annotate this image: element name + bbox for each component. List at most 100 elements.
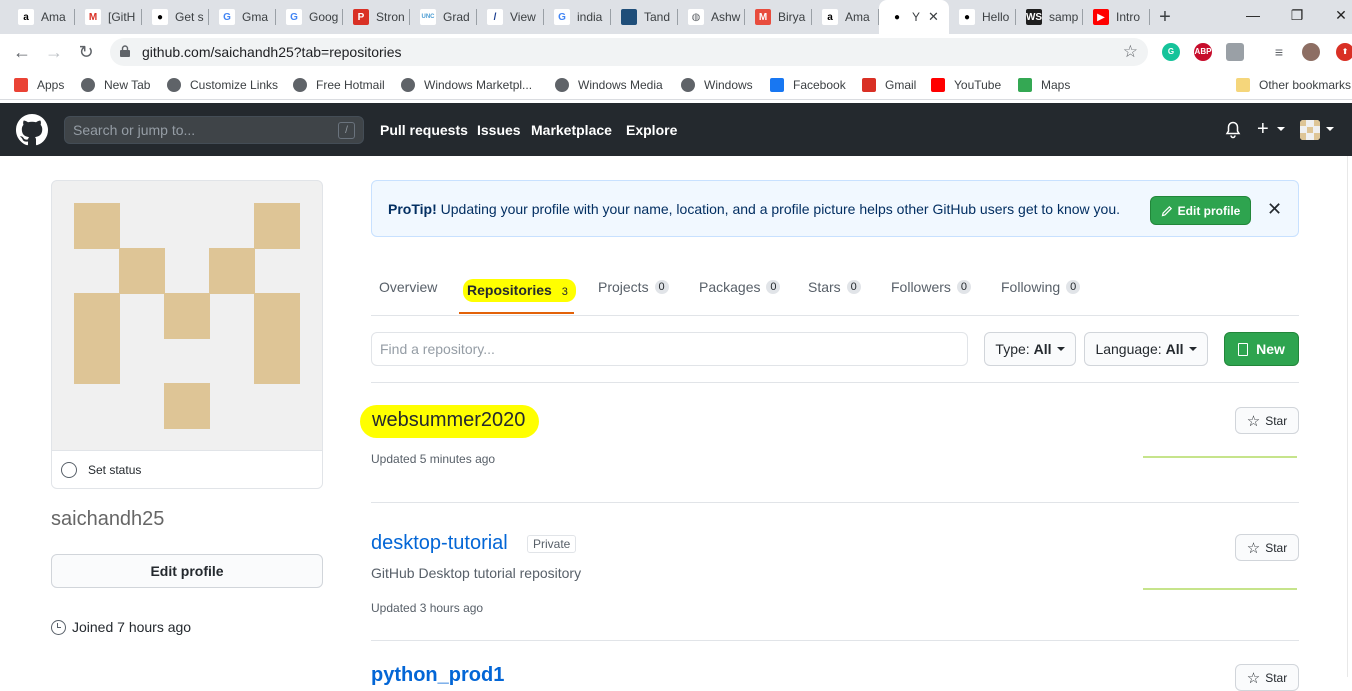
browser-tab[interactable]: ◍ Ashw xyxy=(678,0,745,34)
browser-tab[interactable]: ● Get s xyxy=(142,0,209,34)
browser-tab[interactable]: M Birya xyxy=(745,0,812,34)
address-bar[interactable]: github.com/saichandh25?tab=repositories … xyxy=(110,38,1148,66)
github-logo-icon[interactable] xyxy=(16,114,48,146)
repo-link-websummer2020[interactable]: websummer2020 xyxy=(360,405,540,438)
tab-stars[interactable]: Stars 0 xyxy=(808,279,861,295)
tab-title: Ama xyxy=(41,10,66,24)
set-status-button[interactable]: Set status xyxy=(52,450,322,488)
star-icon: ☆ xyxy=(1246,539,1261,557)
extension-icon[interactable] xyxy=(1302,43,1320,61)
browser-tab[interactable]: UNC Grad xyxy=(410,0,477,34)
scrollbar[interactable] xyxy=(1347,156,1348,677)
bookmark-item[interactable]: Facebook xyxy=(770,76,846,94)
other-bookmarks[interactable]: Other bookmarks xyxy=(1236,76,1351,94)
protip-button-label: Edit profile xyxy=(1177,203,1241,218)
browser-tab[interactable]: P Stron xyxy=(343,0,410,34)
tab-count: 0 xyxy=(766,280,781,294)
tab-overview[interactable]: Overview xyxy=(379,279,437,295)
bookmark-item[interactable]: Gmail xyxy=(862,76,916,94)
find-repository-input[interactable] xyxy=(371,332,968,366)
bookmarks-bar: Other bookmarks Apps New Tab Customize Lin… xyxy=(0,70,1352,100)
star-button[interactable]: ☆ Star xyxy=(1235,534,1299,561)
window-close-button[interactable]: ✕ xyxy=(1318,0,1352,30)
browser-tab[interactable]: M [GitH xyxy=(75,0,142,34)
browser-tab[interactable]: / View xyxy=(477,0,544,34)
star-button[interactable]: ☆ Star xyxy=(1235,407,1299,434)
favicon-icon: G xyxy=(554,9,570,25)
bookmark-item[interactable]: Free Hotmail xyxy=(293,76,385,94)
browser-tab[interactable]: ● Y ✕ xyxy=(879,0,949,34)
language-filter-dropdown[interactable]: Language: All xyxy=(1084,332,1208,366)
repo-link-python-prod1[interactable]: python_prod1 xyxy=(371,664,504,687)
extension-icon[interactable]: G xyxy=(1162,43,1180,61)
bookmark-item[interactable]: New Tab xyxy=(81,76,150,94)
tab-projects[interactable]: Projects 0 xyxy=(598,279,669,295)
bookmark-item[interactable]: YouTube xyxy=(931,76,1001,94)
github-search-input[interactable]: Search or jump to... / xyxy=(64,116,364,144)
nav-issues[interactable]: Issues xyxy=(477,122,521,138)
tab-packages[interactable]: Packages 0 xyxy=(699,279,781,295)
edit-profile-button[interactable]: Edit profile xyxy=(51,554,323,588)
language-filter-value: All xyxy=(1165,341,1184,357)
browser-tab[interactable]: G Goog xyxy=(276,0,343,34)
tab-followers[interactable]: Followers 0 xyxy=(891,279,971,295)
create-new-plus-icon[interactable]: + xyxy=(1257,118,1269,141)
nav-marketplace[interactable]: Marketplace xyxy=(531,122,612,138)
user-avatar-menu[interactable] xyxy=(1300,120,1320,140)
browser-tab[interactable]: ▶ Intro xyxy=(1083,0,1150,34)
browser-tab[interactable]: G Gma xyxy=(209,0,276,34)
tab-title: Tand xyxy=(644,10,671,24)
extension-icon[interactable] xyxy=(1226,43,1244,61)
forward-icon[interactable]: → xyxy=(42,40,66,64)
browser-tab[interactable]: ● Hello xyxy=(949,0,1016,34)
bookmark-item[interactable]: Customize Links xyxy=(167,76,278,94)
bookmark-item[interactable]: Apps xyxy=(14,76,64,94)
browser-tab[interactable]: a Ama xyxy=(812,0,879,34)
browser-tab[interactable]: a Ama xyxy=(8,0,75,34)
back-icon[interactable]: ← xyxy=(10,40,34,64)
nav-pull-requests[interactable]: Pull requests xyxy=(380,122,468,138)
minimize-button[interactable]: — xyxy=(1230,0,1276,30)
tab-title: View xyxy=(510,10,536,24)
notifications-bell-icon[interactable] xyxy=(1225,121,1241,139)
close-icon[interactable]: ✕ xyxy=(1267,199,1282,220)
type-filter-dropdown[interactable]: Type: All xyxy=(984,332,1076,366)
browser-tab[interactable]: WS samp xyxy=(1016,0,1083,34)
tab-following[interactable]: Following 0 xyxy=(1001,279,1081,295)
favicon-icon: G xyxy=(219,9,235,25)
maximize-button[interactable]: ❐ xyxy=(1274,0,1320,30)
extension-icon[interactable]: ⬆ xyxy=(1336,43,1352,61)
new-repository-button[interactable]: New xyxy=(1224,332,1299,366)
new-tab-button[interactable]: + xyxy=(1152,4,1178,30)
favicon-icon: M xyxy=(85,9,101,25)
favicon-icon: a xyxy=(18,9,34,25)
highlight: Repositories 3 xyxy=(463,279,576,302)
repo-link-desktop-tutorial[interactable]: desktop-tutorial xyxy=(371,532,508,555)
extension-icon[interactable]: ≡ xyxy=(1270,43,1288,61)
bookmark-item[interactable]: Maps xyxy=(1018,76,1070,94)
bookmark-item[interactable]: Windows xyxy=(681,76,753,94)
bookmark-item[interactable]: Windows Marketpl... xyxy=(401,76,532,94)
bookmark-star-icon[interactable]: ☆ xyxy=(1123,42,1138,62)
avatar-chevron-down-icon[interactable] xyxy=(1326,127,1334,131)
browser-tab[interactable]: Gindia xyxy=(544,0,611,34)
tab-repositories[interactable]: Repositories 3 xyxy=(463,279,576,302)
selected-tab-underline xyxy=(459,312,574,314)
extension-icon[interactable]: ABP xyxy=(1194,43,1212,61)
protip-edit-profile-button[interactable]: Edit profile xyxy=(1150,196,1251,225)
browser-tab[interactable]: Tand xyxy=(611,0,678,34)
profile-avatar[interactable]: Set status xyxy=(51,180,323,489)
nav-explore[interactable]: Explore xyxy=(626,122,677,138)
tab-close-icon[interactable]: ✕ xyxy=(928,9,939,25)
chevron-down-icon[interactable] xyxy=(1277,127,1285,131)
url-text: github.com/saichandh25?tab=repositories xyxy=(142,44,402,60)
bookmark-item[interactable]: Windows Media xyxy=(555,76,663,94)
bookmark-label: New Tab xyxy=(104,78,151,92)
tab-title: samp xyxy=(1049,10,1079,24)
reload-icon[interactable]: ↻ xyxy=(74,40,98,64)
star-button[interactable]: ☆ Star xyxy=(1235,664,1299,691)
chevron-down-icon xyxy=(1188,347,1197,351)
language-filter-label: Language: xyxy=(1095,341,1162,357)
tab-title: Grad xyxy=(443,10,470,24)
browser-toolbar: ← → ↻ github.com/saichandh25?tab=reposit… xyxy=(0,34,1352,70)
